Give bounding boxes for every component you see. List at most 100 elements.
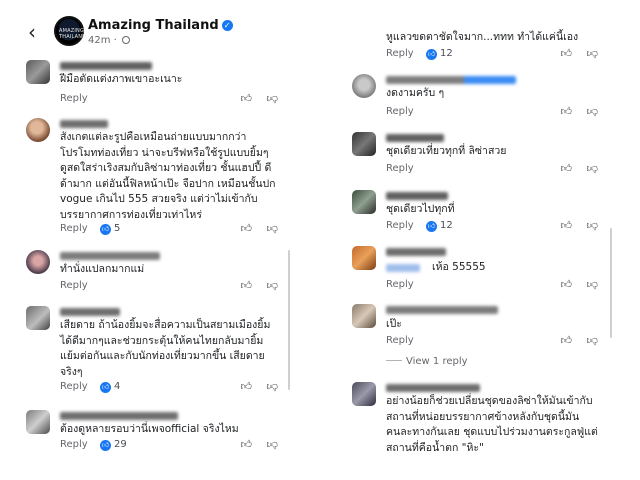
- post-header: ‹ AMAZING THAILAND Amazing Thailand ✓ 42m…: [26, 14, 296, 50]
- thumb-down-icon[interactable]: 👍︎: [267, 380, 279, 393]
- page-title[interactable]: Amazing Thailand ✓: [88, 18, 233, 33]
- like-badge-icon: 👍︎: [100, 382, 111, 393]
- reply-button[interactable]: Reply: [60, 439, 88, 450]
- thumb-up-icon[interactable]: 👍︎: [561, 162, 573, 175]
- thumb-down-icon[interactable]: 👍︎: [587, 105, 599, 118]
- reply-button[interactable]: Reply: [386, 220, 414, 231]
- commenter-name[interactable]: [386, 384, 480, 392]
- reply-button[interactable]: Reply: [60, 93, 88, 104]
- thumb-up-icon[interactable]: 👍︎: [561, 278, 573, 291]
- reply-button[interactable]: Reply: [60, 280, 88, 291]
- avatar[interactable]: [26, 410, 50, 434]
- reply-button[interactable]: Reply: [60, 223, 88, 234]
- like-count[interactable]: 👍︎ 12: [426, 220, 453, 232]
- comment-text: เป๊ะ: [386, 318, 402, 330]
- comment-actions: Reply 👍︎ 👍︎: [386, 334, 610, 349]
- avatar[interactable]: [26, 60, 50, 84]
- mention-tag[interactable]: [386, 264, 420, 272]
- verified-badge-icon: ✓: [221, 20, 233, 31]
- commenter-name[interactable]: [60, 62, 152, 70]
- comment-text: เสียดาย ถ้าน้องยิ้มจะสื่อความเป็นสยามเมื…: [60, 319, 271, 378]
- commenter-name[interactable]: [386, 306, 498, 314]
- comment: หูแลวขดตาชัดใจมาก...ททท ทำได้แค่นี้เอง R…: [352, 30, 616, 60]
- comment-actions: Reply 👍︎ 👍︎: [386, 162, 610, 177]
- thumb-up-icon[interactable]: 👍︎: [241, 92, 253, 105]
- thumb-up-icon[interactable]: 👍︎: [241, 222, 253, 235]
- commenter-name[interactable]: [60, 120, 108, 128]
- thumb-up-icon[interactable]: 👍︎: [241, 438, 253, 451]
- like-count[interactable]: 👍︎ 4: [100, 381, 120, 393]
- thumb-down-icon[interactable]: 👍︎: [267, 438, 279, 451]
- page-avatar-logo: AMAZING THAILAND: [59, 28, 87, 40]
- reply-button[interactable]: Reply: [386, 106, 414, 117]
- right-comments-panel: หูแลวขดตาชัดใจมาก...ททท ทำได้แค่นี้เอง R…: [352, 0, 616, 480]
- like-count-value: 5: [114, 223, 121, 234]
- scrollbar[interactable]: [610, 228, 612, 338]
- comment: เสียดาย ถ้าน้องยิ้มจะสื่อความเป็นสยามเมื…: [26, 304, 296, 396]
- page-name-text: Amazing Thailand: [88, 18, 219, 33]
- reply-button[interactable]: Reply: [386, 335, 414, 346]
- thumb-down-icon[interactable]: 👍︎: [587, 334, 599, 347]
- thumb-down-icon[interactable]: 👍︎: [587, 162, 599, 175]
- comment-actions: Reply 👍︎ 👍︎: [386, 105, 610, 120]
- avatar[interactable]: [352, 304, 376, 328]
- commenter-name[interactable]: [60, 412, 178, 420]
- avatar[interactable]: [26, 250, 50, 274]
- avatar[interactable]: [352, 74, 376, 98]
- thumb-down-icon[interactable]: 👍︎: [267, 92, 279, 105]
- thumb-up-icon[interactable]: 👍︎: [561, 219, 573, 232]
- thumb-up-icon[interactable]: 👍︎: [241, 279, 253, 292]
- thumb-up-icon[interactable]: 👍︎: [561, 47, 573, 60]
- scrollbar[interactable]: [288, 250, 290, 390]
- thumb-up-icon[interactable]: 👍︎: [561, 334, 573, 347]
- reply-button[interactable]: Reply: [60, 381, 88, 392]
- page-avatar[interactable]: AMAZING THAILAND: [54, 16, 87, 46]
- comment: งดงามครับ ๆ Reply 👍︎ 👍︎: [352, 72, 616, 118]
- comment-actions: Reply 👍︎ 12 👍︎ 👍︎: [386, 47, 610, 62]
- comment: เป๊ะ Reply 👍︎ 👍︎: [352, 302, 616, 349]
- commenter-name[interactable]: [386, 134, 444, 142]
- like-count-value: 12: [440, 220, 453, 231]
- thumb-down-icon[interactable]: 👍︎: [587, 47, 599, 60]
- comment-actions: Reply 👍︎ 👍︎: [60, 279, 290, 294]
- like-badge-icon: 👍︎: [426, 221, 437, 232]
- comment-text: อย่างน้อยก็ช่วยเปลี่ยนชุดของลิซ่าให้มันเ…: [386, 395, 598, 454]
- like-count-value: 4: [114, 381, 121, 392]
- reply-button[interactable]: Reply: [386, 279, 414, 290]
- commenter-name[interactable]: [386, 192, 448, 200]
- avatar[interactable]: [352, 132, 376, 156]
- comment: ชุดเดียวไปทุกที่ Reply 👍︎ 12 👍︎ 👍︎: [352, 188, 616, 232]
- like-badge-icon: 👍︎: [426, 49, 437, 60]
- avatar[interactable]: [26, 306, 50, 330]
- back-arrow-icon[interactable]: ‹: [28, 22, 36, 42]
- avatar[interactable]: [352, 246, 376, 270]
- comment-actions: Reply 👍︎ 👍︎: [386, 278, 610, 293]
- commenter-name[interactable]: [60, 252, 160, 260]
- thumb-down-icon[interactable]: 👍︎: [267, 222, 279, 235]
- comment-text: ชุดเดียวเที่ยวทุกที่ ลิซ่าสวย: [386, 145, 507, 157]
- like-count[interactable]: 👍︎ 12: [426, 48, 453, 60]
- avatar[interactable]: [26, 118, 50, 142]
- commenter-name[interactable]: [60, 308, 120, 316]
- comment-actions: Reply 👍︎ 5 👍︎ 👍︎: [60, 222, 290, 237]
- view-replies-link[interactable]: View 1 reply: [386, 356, 468, 367]
- post-time: 42m: [88, 35, 111, 46]
- thumb-up-icon[interactable]: 👍︎: [561, 105, 573, 118]
- comment: ชุดเดียวเที่ยวทุกที่ ลิซ่าสวย Reply 👍︎ 👍…: [352, 130, 616, 177]
- reply-button[interactable]: Reply: [386, 163, 414, 174]
- avatar[interactable]: [352, 382, 376, 406]
- globe-icon: [122, 36, 131, 44]
- comment: ต้องดูหลายรอบว่านี่เพจofficial จริงไหม R…: [26, 408, 296, 452]
- comment-text: เห้อ 55555: [432, 261, 486, 273]
- thumb-down-icon[interactable]: 👍︎: [587, 219, 599, 232]
- like-count[interactable]: 👍︎ 29: [100, 439, 127, 451]
- like-count[interactable]: 👍︎ 5: [100, 223, 120, 235]
- thumb-down-icon[interactable]: 👍︎: [267, 279, 279, 292]
- reply-button[interactable]: Reply: [386, 48, 414, 59]
- thumb-up-icon[interactable]: 👍︎: [241, 380, 253, 393]
- avatar[interactable]: [352, 190, 376, 214]
- thumb-down-icon[interactable]: 👍︎: [587, 278, 599, 291]
- commenter-name[interactable]: [386, 76, 516, 84]
- commenter-name[interactable]: [386, 248, 446, 256]
- comment: สังเกตแต่ละรูปคือเหมือนถ่ายแบบมากกว่า โป…: [26, 116, 296, 236]
